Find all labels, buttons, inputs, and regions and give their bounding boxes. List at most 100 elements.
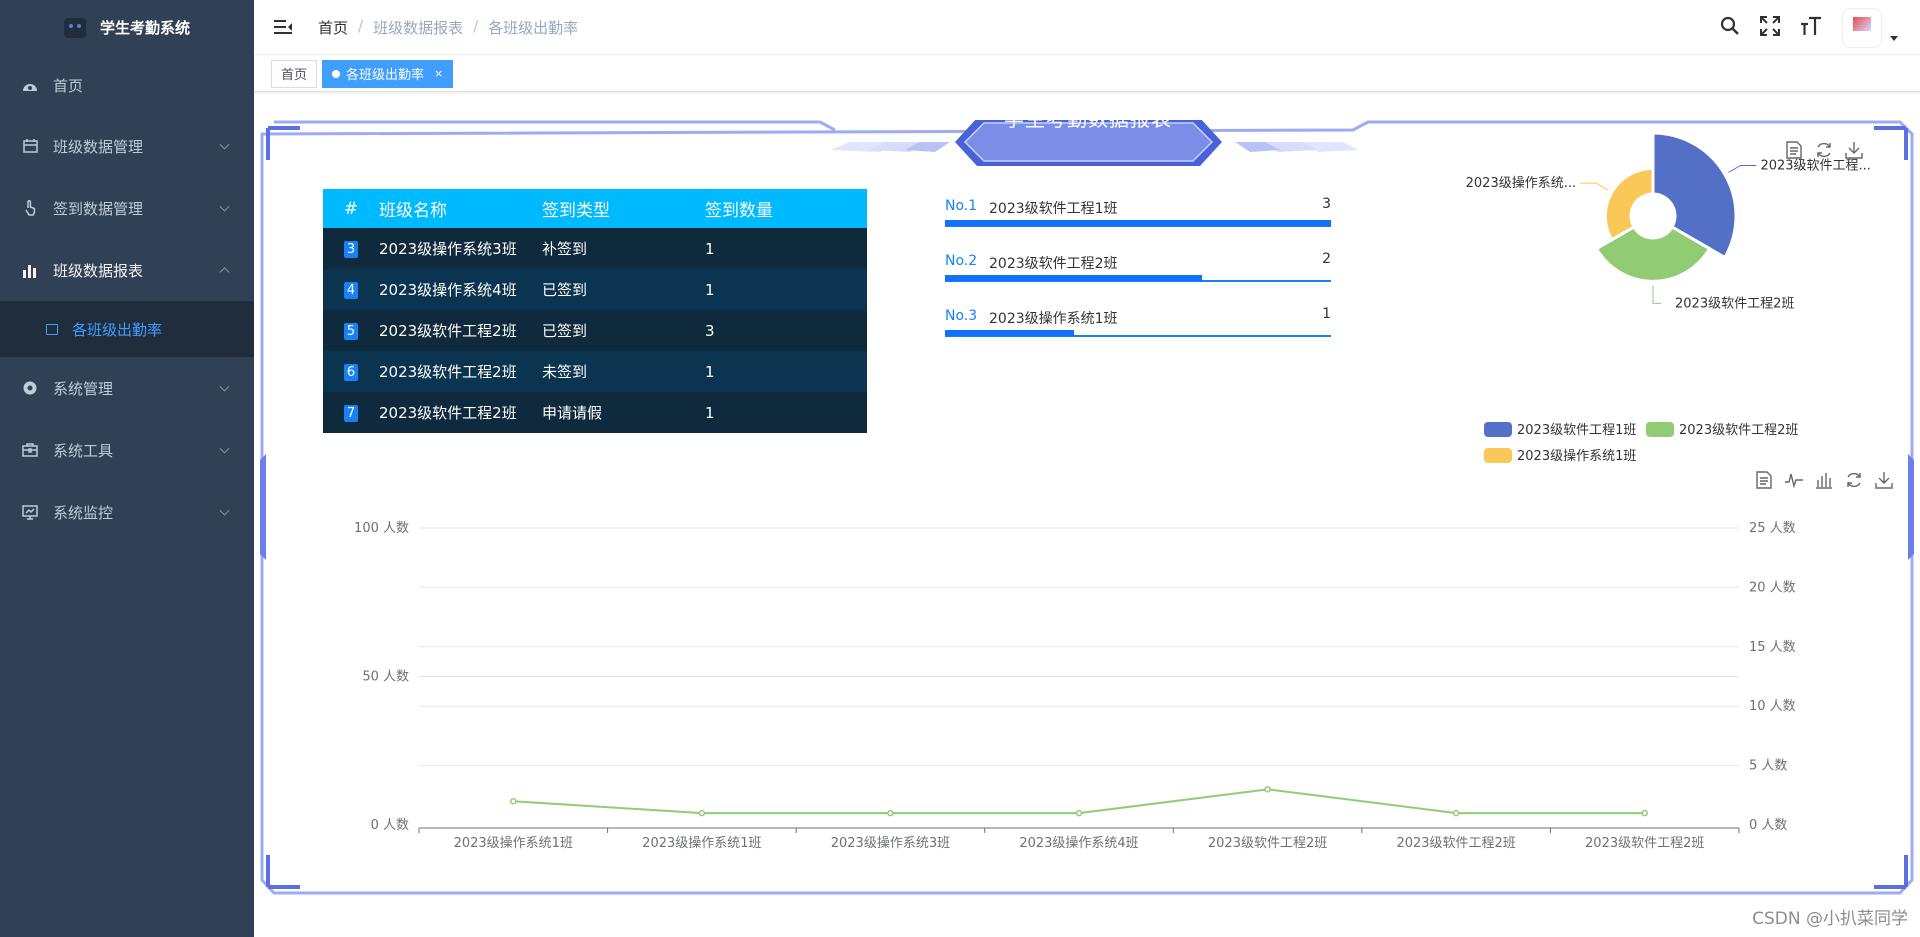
chevron-down-icon: [219, 139, 230, 150]
app-logo-icon: [63, 17, 86, 38]
rank-bar-fill: [945, 330, 1074, 336]
ranking-item: No.1 2023级软件工程1班 3: [945, 190, 1331, 245]
sidebar-subitem-attendance-rate[interactable]: 各班级出勤率: [0, 301, 254, 357]
rank-class-name: 2023级操作系统1班: [989, 311, 1118, 327]
chevron-down-icon: [219, 443, 230, 454]
row-index-badge: 7: [344, 405, 358, 422]
rank-value: 1: [1322, 306, 1331, 322]
tag-label: 首页: [281, 68, 308, 83]
rank-bar: [945, 275, 1331, 282]
pie-chart: 2023级软件工程... 2023级软件工程2班 2023级操作系统... 2023级…: [1466, 131, 1871, 464]
rank-number: No.2: [945, 253, 978, 269]
sidebar-item-1[interactable]: 班级数据管理: [0, 115, 254, 177]
tag-home[interactable]: 首页: [271, 59, 318, 88]
breadcrumb-item-report: 班级数据报表: [373, 18, 464, 37]
column-header: #: [323, 189, 379, 228]
class-name-cell: 2023级操作系统3班: [379, 228, 542, 269]
legend-swatch: [1484, 448, 1512, 463]
download-icon[interactable]: [1874, 470, 1894, 490]
pie-label-line: [1580, 182, 1609, 191]
avatar[interactable]: [1842, 7, 1882, 48]
watermark: CSDN @小扒菜同学: [1752, 909, 1908, 929]
row-index-badge: 5: [344, 323, 358, 340]
sign-count-cell: 3: [705, 310, 867, 351]
sidebar-menu: 首页班级数据管理 签到数据管理班级数据报表 各班级出勤率系统管理系统工具系统监控: [0, 55, 254, 543]
sidebar-item-label: 班级数据管理: [53, 137, 144, 156]
toolbox-icon: [22, 442, 38, 458]
restore-icon[interactable]: [1844, 470, 1864, 490]
tags-view: 首页 各班级出勤率 ×: [254, 56, 1920, 92]
class-name-cell: 2023级软件工程2班: [379, 351, 542, 392]
tag-attendance[interactable]: 各班级出勤率 ×: [322, 59, 454, 88]
sign-type-cell: 未签到: [542, 351, 705, 392]
breadcrumb-separator: /: [358, 16, 364, 35]
table-row: 3 2023级操作系统3班 补签到 1: [323, 228, 867, 269]
sidebar-logo[interactable]: 学生考勤系统: [0, 0, 254, 55]
sidebar-item-label: 签到数据管理: [53, 199, 144, 218]
pie-label: 2023级软件工程2班: [1675, 296, 1794, 311]
breadcrumb-item-home[interactable]: 首页: [318, 17, 348, 38]
sidebar-item-0[interactable]: 首页: [0, 55, 254, 115]
font-size-icon[interactable]: [1800, 16, 1822, 40]
sign-type-cell: 申请请假: [542, 392, 705, 433]
dashboard-icon: [22, 77, 38, 93]
line-toolbar: [1754, 470, 1894, 490]
rank-bar: [945, 220, 1331, 227]
legend-label: 2023级软件工程1班: [1517, 423, 1636, 438]
sidebar-item-3[interactable]: 班级数据报表: [0, 239, 254, 301]
class-name-cell: 2023级软件工程2班: [379, 310, 542, 351]
pie-label-line: [1728, 165, 1757, 173]
legend-item[interactable]: 2023级软件工程2班: [1646, 422, 1798, 438]
monitor-icon: [22, 504, 38, 520]
right-menu: [1720, 0, 1898, 55]
pie-label: 2023级软件工程...: [1760, 159, 1870, 174]
row-index-badge: 6: [344, 364, 358, 381]
breadcrumb: 首页 / 班级数据报表 / 各班级出勤率: [318, 17, 578, 38]
sidebar-item-4[interactable]: 系统管理: [0, 357, 254, 419]
bar-chart-icon[interactable]: [1814, 470, 1834, 490]
sign-count-cell: 1: [705, 392, 867, 433]
ranking-item: No.3 2023级操作系统1班 1: [945, 300, 1331, 355]
line-chart-icon[interactable]: [1784, 470, 1804, 490]
data-view-icon[interactable]: [1754, 470, 1774, 490]
rank-value: 3: [1322, 196, 1331, 212]
legend-swatch: [1646, 422, 1674, 437]
ranking-item: No.2 2023级软件工程2班 2: [945, 245, 1331, 300]
navbar: 首页 / 班级数据报表 / 各班级出勤率: [254, 0, 1920, 55]
table-header-row: # 班级名称 签到类型 签到数量: [323, 189, 867, 228]
pie-slice[interactable]: [1603, 166, 1655, 242]
column-header: 签到类型: [542, 189, 705, 228]
legend-label: 2023级软件工程2班: [1679, 423, 1798, 438]
chevron-down-icon: [219, 381, 230, 392]
legend-swatch: [1484, 422, 1512, 437]
sidebar-item-label: 系统监控: [53, 503, 114, 522]
report-icon: [46, 323, 58, 335]
rank-number: No.3: [945, 308, 978, 324]
class-name-cell: 2023级软件工程2班: [379, 392, 542, 433]
caret-down-icon[interactable]: [1890, 36, 1898, 41]
rank-value: 2: [1322, 251, 1331, 267]
sign-type-cell: 已签到: [542, 269, 705, 310]
legend-item[interactable]: 2023级软件工程1班: [1484, 422, 1636, 438]
breadcrumb-separator: /: [473, 16, 479, 35]
sign-type-cell: 已签到: [542, 310, 705, 351]
search-icon[interactable]: [1720, 16, 1740, 40]
active-dot-icon: [332, 69, 341, 78]
sidebar-item-label: 系统工具: [53, 441, 114, 460]
fullscreen-icon[interactable]: [1760, 15, 1780, 40]
row-index-cell: 7: [323, 392, 379, 433]
sidebar-item-2[interactable]: 签到数据管理: [0, 177, 254, 239]
hamburger-menu-icon[interactable]: [274, 20, 292, 34]
sidebar-item-5[interactable]: 系统工具: [0, 419, 254, 481]
rank-class-name: 2023级软件工程1班: [989, 201, 1118, 217]
close-icon[interactable]: ×: [434, 67, 443, 80]
legend-item[interactable]: 2023级操作系统1班: [1484, 448, 1636, 464]
table-row: 7 2023级软件工程2班 申请请假 1: [323, 392, 867, 433]
sidebar-item-6[interactable]: 系统监控: [0, 481, 254, 543]
hand-pointer-icon: [22, 200, 38, 216]
sidebar-item-label: 系统管理: [53, 379, 114, 398]
row-index-cell: 4: [323, 269, 379, 310]
chevron-up-icon: [219, 267, 230, 278]
sidebar-item-label: 首页: [53, 76, 84, 95]
row-index-cell: 5: [323, 310, 379, 351]
